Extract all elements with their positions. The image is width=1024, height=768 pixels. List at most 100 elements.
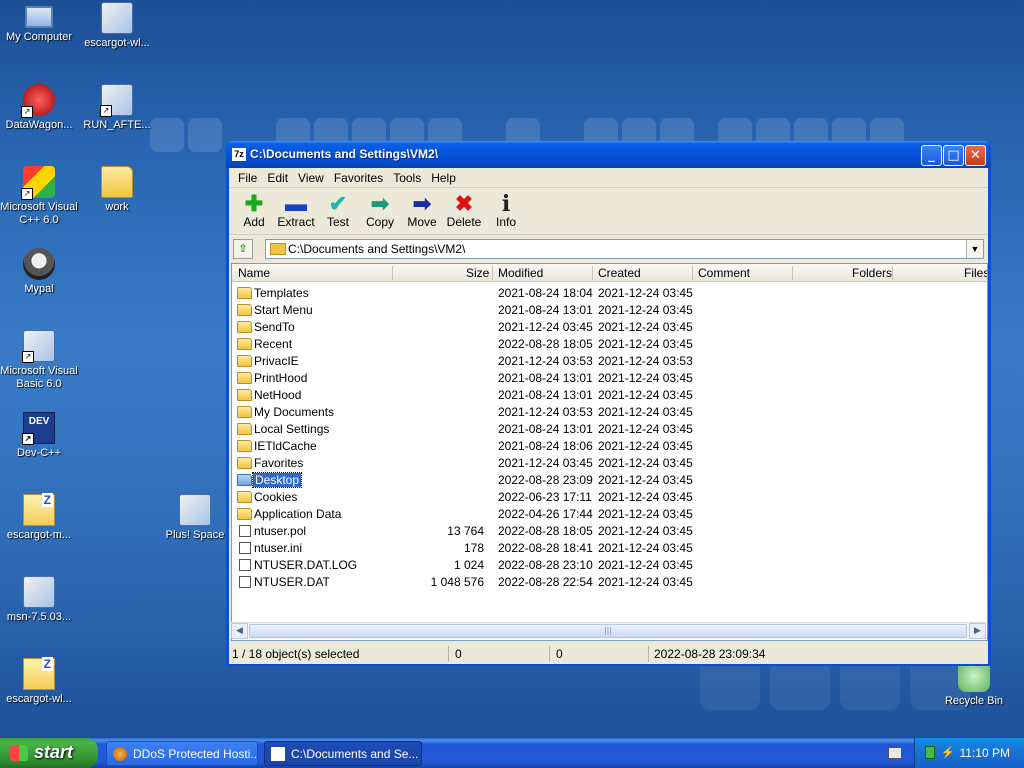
folder-icon (270, 243, 286, 255)
column-header-created[interactable]: Created (598, 266, 641, 282)
menu-favorites[interactable]: Favorites (329, 168, 388, 187)
folder-icon (237, 389, 252, 401)
scroll-left-button[interactable]: ◀ (231, 623, 248, 639)
list-item[interactable]: PrivacIE 2021-12-24 03:53 2021-12-24 03:53 (232, 353, 987, 370)
list-item[interactable]: ntuser.pol 13 764 2022-08-28 18:05 2021-12-… (232, 523, 987, 540)
desktop-icon-escargot-m[interactable]: escargot-m... (0, 493, 78, 542)
up-folder-button[interactable]: ⇧ (233, 239, 253, 259)
list-item[interactable]: Cookies 2022-06-23 17:11 2021-12-24 03:45 (232, 489, 987, 506)
item-modified: 2021-08-24 13:01 (498, 303, 593, 317)
list-item[interactable]: Local Settings 2021-08-24 13:01 2021-12-24… (232, 421, 987, 438)
maximize-button[interactable]: □ (943, 145, 964, 166)
list-item[interactable]: My Documents 2021-12-24 03:53 2021-12-24 0… (232, 404, 987, 421)
chevron-down-icon[interactable]: ▼ (966, 240, 983, 258)
power-icon[interactable]: ⚡ (941, 746, 955, 759)
list-item[interactable]: Desktop 2022-08-28 23:09 2021-12-24 03:45 (232, 472, 987, 489)
network-icon[interactable] (925, 746, 935, 759)
delete-button[interactable]: ✖ Delete (443, 189, 485, 234)
add-button[interactable]: ✚ Add (233, 189, 275, 234)
folder-icon (237, 440, 252, 452)
list-item[interactable]: Recent 2022-08-28 18:05 2021-12-24 03:45 (232, 336, 987, 353)
copy-button[interactable]: ➡ Copy (359, 189, 401, 234)
list-item[interactable]: Application Data 2022-04-26 17:44 2021-12-… (232, 506, 987, 523)
menu-view[interactable]: View (293, 168, 329, 187)
column-header-name[interactable]: Name (238, 266, 270, 282)
taskbar-item-7zip[interactable]: C:\Documents and Se... (264, 741, 422, 766)
item-name: Desktop (251, 472, 303, 488)
item-name: Start Menu (254, 303, 313, 317)
desktop-icon-msn[interactable]: msn-7.5.03... (0, 576, 78, 624)
item-created: 2021-12-24 03:45 (598, 575, 693, 589)
item-created: 2021-12-24 03:45 (598, 507, 693, 521)
list-item[interactable]: NTUSER.DAT 1 048 576 2022-08-28 22:54 2021-… (232, 574, 987, 591)
list-header: Name Size Modified Created Comment Folde… (232, 264, 987, 282)
item-modified: 2022-06-23 17:11 (498, 490, 592, 504)
list-item[interactable]: Favorites 2021-12-24 03:45 2021-12-24 03:4… (232, 455, 987, 472)
desktop-icon-dev-cpp[interactable]: DEV Dev-C++ (0, 412, 78, 460)
list-item[interactable]: NTUSER.DAT.LOG 1 024 2022-08-28 23:10 2021-… (232, 557, 987, 574)
folder-icon (237, 338, 252, 350)
start-button[interactable]: start (0, 738, 98, 768)
list-item[interactable]: Start Menu 2021-08-24 13:01 2021-12-24 03:… (232, 302, 987, 319)
list-item[interactable]: Templates 2021-08-24 18:04 2021-12-24 03:4… (232, 285, 987, 302)
item-modified: 2022-08-28 18:05 (498, 524, 593, 538)
menu-edit[interactable]: Edit (262, 168, 293, 187)
desktop-icon-plus-space[interactable]: Plus! Space (156, 494, 234, 542)
menu-help[interactable]: Help (426, 168, 461, 187)
folder-icon (237, 304, 252, 316)
list-item[interactable]: SendTo 2021-12-24 03:45 2021-12-24 03:45 (232, 319, 987, 336)
taskbar-item-browser[interactable]: DDoS Protected Hosti... (106, 741, 258, 766)
menu-tools[interactable]: Tools (388, 168, 426, 187)
list-item[interactable]: NetHood 2021-08-24 13:01 2021-12-24 03:45 (232, 387, 987, 404)
scrollbar-thumb[interactable]: ||| (249, 624, 967, 638)
info-button[interactable]: i Info (485, 189, 527, 234)
list-item[interactable]: IETldCache 2021-08-24 18:06 2021-12-24 03:… (232, 438, 987, 455)
item-name: IETldCache (254, 439, 317, 453)
horizontal-scrollbar[interactable]: ◀ ||| ▶ (231, 622, 986, 639)
column-header-comment[interactable]: Comment (698, 266, 750, 282)
desktop-icon-escargot-wl[interactable]: escargot-wl... (78, 2, 156, 50)
column-header-size[interactable]: Size (466, 266, 489, 282)
list-item[interactable]: ntuser.ini 178 2022-08-28 18:41 2021-12-24 … (232, 540, 987, 557)
close-button[interactable]: ✕ (965, 145, 986, 166)
desktop-icon-mypal[interactable]: Mypal (0, 248, 78, 296)
item-created: 2021-12-24 03:45 (598, 558, 693, 572)
desktop-icon-recycle-bin[interactable]: Recycle Bin (935, 660, 1013, 708)
column-header-folders[interactable]: Folders (852, 266, 892, 282)
scroll-right-button[interactable]: ▶ (969, 623, 986, 639)
seven-zip-icon (271, 747, 285, 761)
delete-x-icon: ✖ (454, 191, 474, 216)
desktop-icon-datawagon[interactable]: DataWagon... (0, 84, 78, 132)
address-combobox[interactable]: C:\Documents and Settings\VM2\ ▼ (265, 239, 984, 259)
magic-wand-icon (100, 84, 133, 117)
menu-bar: File Edit View Favorites Tools Help (229, 168, 988, 188)
minus-icon: ▬ (285, 191, 307, 216)
desktop-icon-visual-basic[interactable]: Microsoft Visual Basic 6.0 (0, 330, 78, 391)
item-modified: 2021-08-24 18:04 (498, 286, 593, 300)
item-created: 2021-12-24 03:45 (598, 388, 693, 402)
desktop-icon-my-computer[interactable]: My Computer (0, 2, 78, 44)
list-item[interactable]: PrintHood 2021-08-24 13:01 2021-12-24 03:4… (232, 370, 987, 387)
item-created: 2021-12-24 03:45 (598, 456, 693, 470)
item-created: 2021-12-24 03:45 (598, 320, 693, 334)
column-header-files[interactable]: Files (964, 266, 987, 282)
move-button[interactable]: ➡ Move (401, 189, 443, 234)
extract-button[interactable]: ▬ Extract (275, 189, 317, 234)
keyboard-icon[interactable] (888, 747, 902, 759)
desktop-icon-escargot-wl-zip[interactable]: escargot-wl... (0, 657, 78, 706)
desktop-icon-run-after[interactable]: RUN_AFTE... (78, 84, 156, 132)
desktop-icon-visual-cpp[interactable]: Microsoft Visual C++ 6.0 (0, 166, 78, 227)
item-modified: 2022-04-26 17:44 (498, 507, 593, 521)
desktop-icon-work[interactable]: work (78, 166, 156, 214)
test-button[interactable]: ✔ Test (317, 189, 359, 234)
item-name: Application Data (254, 507, 342, 521)
status-bar: 1 / 18 object(s) selected 0 0 2022-08-28… (229, 644, 988, 664)
minimize-button[interactable]: _ (921, 145, 942, 166)
menu-file[interactable]: File (233, 168, 262, 187)
item-created: 2021-12-24 03:45 (598, 439, 693, 453)
check-icon: ✔ (328, 191, 348, 216)
folder-icon (237, 508, 252, 520)
column-header-modified[interactable]: Modified (498, 266, 543, 282)
item-modified: 2021-08-24 13:01 (498, 371, 593, 385)
title-bar[interactable]: 7z C:\Documents and Settings\VM2\ _ □ ✕ (226, 141, 991, 168)
